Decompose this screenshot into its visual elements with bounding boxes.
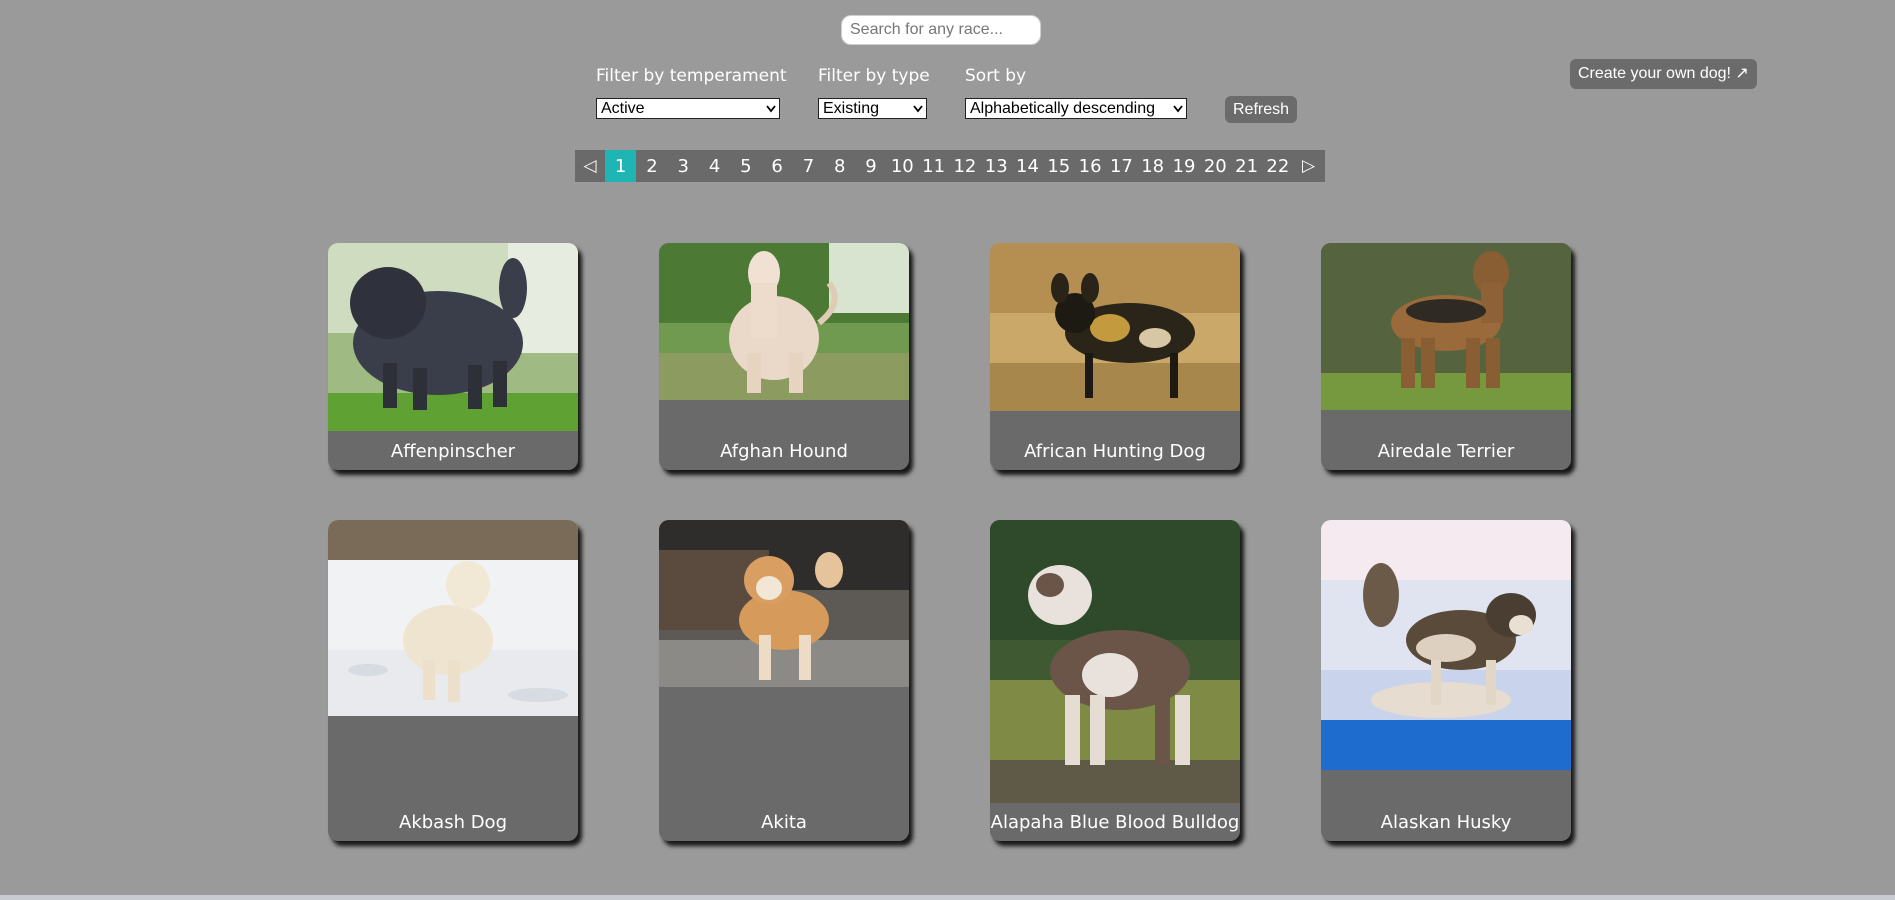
dog-photo	[990, 243, 1240, 411]
type-select[interactable]: Existing	[818, 98, 927, 119]
page-button-21[interactable]: 21	[1231, 150, 1262, 182]
page-button-22[interactable]: 22	[1262, 150, 1293, 182]
dog-card-alaskan-husky[interactable]: Alaskan Husky	[1321, 520, 1571, 841]
page-button-20[interactable]: 20	[1200, 150, 1231, 182]
page-button-19[interactable]: 19	[1168, 150, 1199, 182]
page-button-10[interactable]: 10	[887, 150, 918, 182]
dog-name: Alaskan Husky	[1380, 812, 1512, 833]
dog-name: Akbash Dog	[399, 812, 507, 833]
page-button-5[interactable]: 5	[730, 150, 761, 182]
dog-photo	[659, 520, 909, 687]
dog-card-akbash-dog[interactable]: Akbash Dog	[328, 520, 578, 841]
dog-card-airedale-terrier[interactable]: Airedale Terrier	[1321, 243, 1571, 470]
temperament-select-value: Active	[601, 100, 645, 117]
dog-name: Akita	[761, 812, 807, 833]
sort-filter-label: Sort by	[965, 66, 1027, 86]
refresh-button[interactable]: Refresh	[1225, 96, 1298, 123]
window-bottom-edge	[0, 895, 1895, 900]
page-button-3[interactable]: 3	[668, 150, 699, 182]
page-button-6[interactable]: 6	[761, 150, 792, 182]
page-button-18[interactable]: 18	[1137, 150, 1168, 182]
page-button-12[interactable]: 12	[949, 150, 980, 182]
next-page-button[interactable]: ▷	[1294, 150, 1324, 182]
dog-card-affenpinscher[interactable]: Affenpinscher	[328, 243, 578, 470]
dog-name: African Hunting Dog	[1024, 441, 1206, 462]
search-bar	[841, 15, 1041, 45]
pagination: ◁ 1 2 3 4 5 6 7 8 9 10 11 12 13 14 15 16 17 18 19 20 21 22 ▷	[575, 150, 1325, 182]
page-button-8[interactable]: 8	[824, 150, 855, 182]
chevron-down-icon	[1173, 105, 1183, 113]
dog-name: Alapaha Blue Blood Bulldog	[990, 812, 1240, 833]
dog-photo	[1321, 243, 1571, 410]
sort-select[interactable]: Alphabetically descending	[965, 98, 1187, 119]
page-button-11[interactable]: 11	[918, 150, 949, 182]
page-button-7[interactable]: 7	[793, 150, 824, 182]
sort-filter: Sort by Alphabetically descending	[965, 66, 1187, 119]
page-button-9[interactable]: 9	[855, 150, 886, 182]
dog-photo	[328, 520, 578, 716]
temperament-filter: Filter by temperament Active	[596, 66, 787, 119]
sort-select-value: Alphabetically descending	[970, 100, 1156, 117]
dog-card-afghan-hound[interactable]: Afghan Hound	[659, 243, 909, 470]
dog-photo	[1321, 520, 1571, 770]
dog-card-alapaha-blue-blood-bulldog[interactable]: Alapaha Blue Blood Bulldog	[990, 520, 1240, 841]
page-button-13[interactable]: 13	[981, 150, 1012, 182]
dog-photo	[659, 243, 909, 400]
create-dog-button[interactable]: Create your own dog! ↗	[1570, 59, 1757, 89]
type-filter-label: Filter by type	[818, 66, 930, 86]
type-filter: Filter by type Existing	[818, 66, 930, 119]
temperament-filter-label: Filter by temperament	[596, 66, 787, 86]
dog-name: Afghan Hound	[720, 441, 848, 462]
page-button-15[interactable]: 15	[1043, 150, 1074, 182]
dog-photo	[328, 243, 578, 431]
dog-photo	[990, 520, 1240, 803]
chevron-down-icon	[913, 105, 923, 113]
dog-card-african-hunting-dog[interactable]: African Hunting Dog	[990, 243, 1240, 470]
dog-card-akita[interactable]: Akita	[659, 520, 909, 841]
page-button-16[interactable]: 16	[1074, 150, 1105, 182]
prev-page-button[interactable]: ◁	[575, 150, 605, 182]
page-button-17[interactable]: 17	[1106, 150, 1137, 182]
search-input[interactable]	[841, 15, 1041, 45]
page-button-14[interactable]: 14	[1012, 150, 1043, 182]
type-select-value: Existing	[823, 100, 880, 117]
page-button-2[interactable]: 2	[636, 150, 667, 182]
page-numbers: 1 2 3 4 5 6 7 8 9 10 11 12 13 14 15 16 17 18 19 20 21 22	[605, 150, 1294, 182]
temperament-select[interactable]: Active	[596, 98, 780, 119]
dog-name: Affenpinscher	[390, 441, 516, 462]
dog-name: Airedale Terrier	[1377, 441, 1515, 462]
page-button-4[interactable]: 4	[699, 150, 730, 182]
page-button-1[interactable]: 1	[605, 150, 637, 182]
chevron-down-icon	[766, 105, 776, 113]
